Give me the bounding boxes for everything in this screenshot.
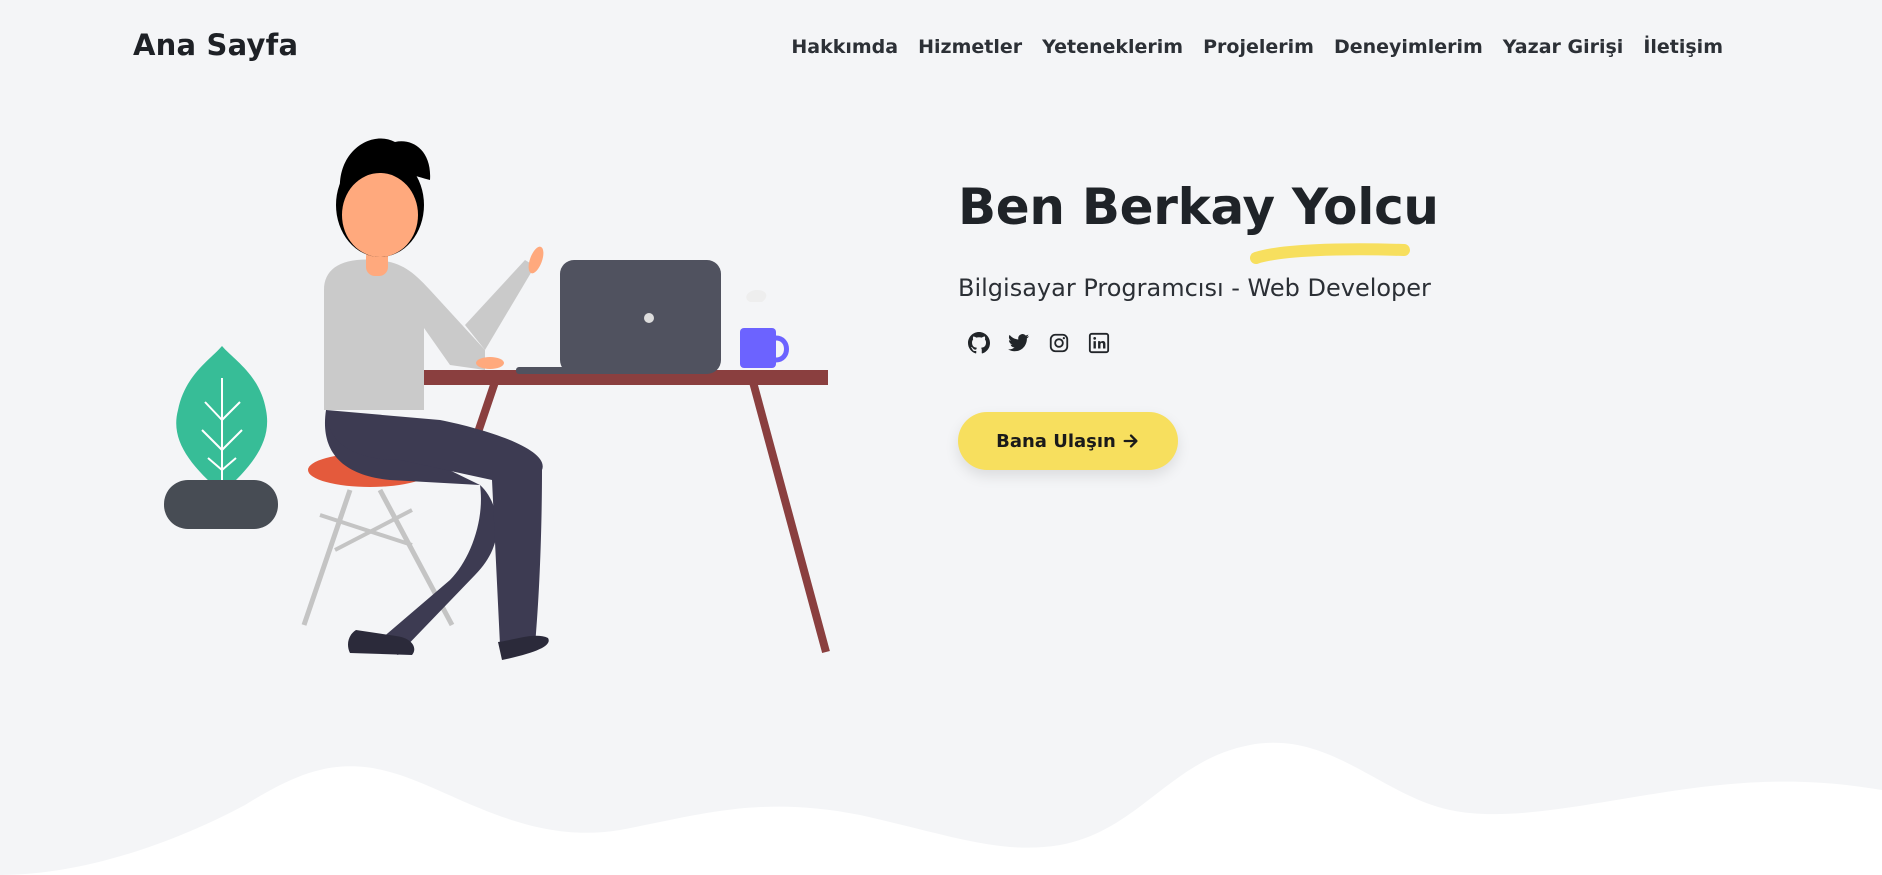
hero-section: Ben Berkay Yolcu Bilgisayar Programcısı … — [958, 178, 1518, 470]
hero-title-text: Ben Berkay Yolcu — [958, 178, 1439, 236]
nav-link-hakkimda[interactable]: Hakkımda — [791, 36, 898, 58]
plant-icon — [164, 346, 278, 529]
wave-divider — [0, 742, 1882, 875]
linkedin-icon[interactable] — [1086, 330, 1112, 356]
contact-button-label: Bana Ulaşın — [996, 430, 1116, 452]
navbar: Ana Sayfa Hakkımda Hizmetler Yetenekleri… — [0, 0, 1882, 96]
nav-links: Hakkımda Hizmetler Yeteneklerim Projeler… — [791, 36, 1723, 58]
nav-item-skills: Yeteneklerim — [1042, 36, 1183, 58]
title-underline-highlight — [1250, 243, 1410, 264]
brand-home-link[interactable]: Ana Sayfa — [133, 28, 298, 62]
nav-item-contact: İletişim — [1643, 36, 1723, 58]
nav-link-yeteneklerim[interactable]: Yeteneklerim — [1042, 36, 1183, 58]
developer-at-desk-illustration — [164, 138, 830, 660]
nav-link-iletisim[interactable]: İletişim — [1643, 36, 1723, 58]
nav-item-author-login: Yazar Girişi — [1503, 36, 1624, 58]
person-icon — [324, 138, 549, 660]
instagram-icon[interactable] — [1046, 330, 1072, 356]
mug-icon — [740, 290, 789, 368]
contact-button[interactable]: Bana Ulaşın — [958, 412, 1178, 470]
laptop-icon — [516, 260, 721, 374]
page: Ana Sayfa Hakkımda Hizmetler Yetenekleri… — [0, 0, 1882, 875]
nav-link-yazar-girisi[interactable]: Yazar Girişi — [1503, 36, 1624, 58]
github-icon[interactable] — [966, 330, 992, 356]
nav-item-services: Hizmetler — [918, 36, 1022, 58]
desk-icon — [414, 370, 830, 654]
twitter-icon[interactable] — [1006, 330, 1032, 356]
nav-item-projects: Projelerim — [1203, 36, 1314, 58]
nav-item-about: Hakkımda — [791, 36, 898, 58]
nav-link-deneyimlerim[interactable]: Deneyimlerim — [1334, 36, 1483, 58]
social-links — [958, 330, 1518, 356]
nav-item-experience: Deneyimlerim — [1334, 36, 1483, 58]
arrow-right-icon — [1123, 434, 1138, 448]
hero-title: Ben Berkay Yolcu — [958, 178, 1518, 264]
nav-link-hizmetler[interactable]: Hizmetler — [918, 36, 1022, 58]
hero-subtitle: Bilgisayar Programcısı - Web Developer — [958, 274, 1431, 302]
nav-link-projelerim[interactable]: Projelerim — [1203, 36, 1314, 58]
